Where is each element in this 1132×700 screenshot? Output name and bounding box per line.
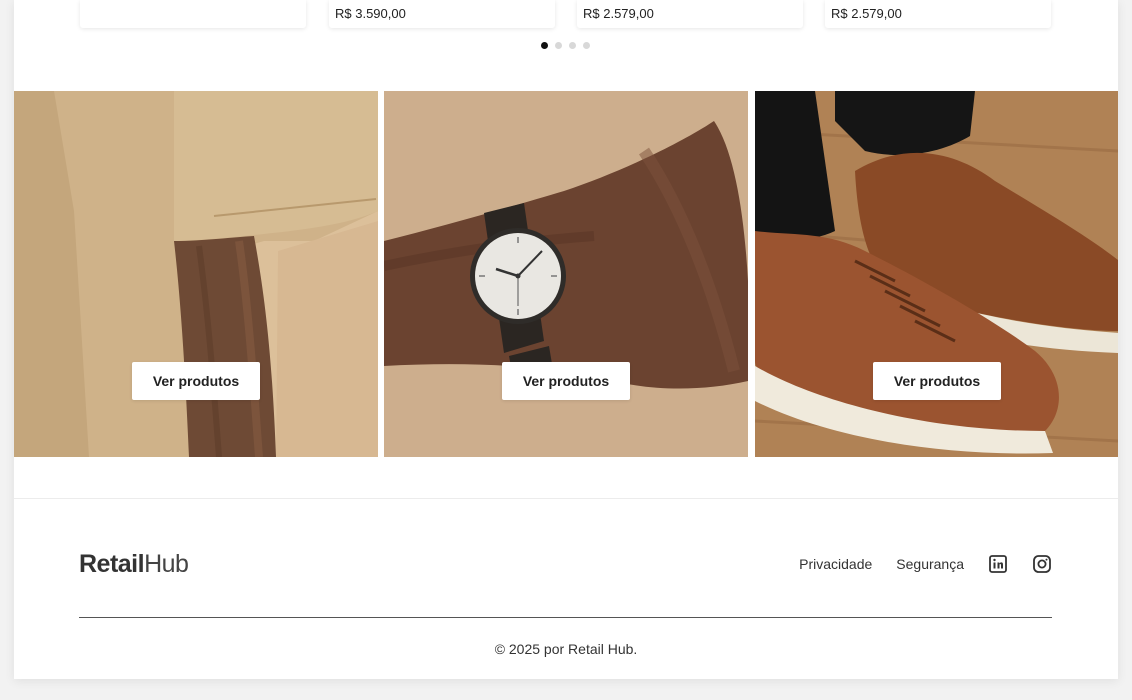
product-price: R$ 2.579,00 xyxy=(831,6,902,21)
category-tile-shoes[interactable]: Ver produtos xyxy=(755,91,1118,457)
security-link[interactable]: Segurança xyxy=(896,556,964,572)
carousel-dot[interactable] xyxy=(569,42,576,49)
footer-links: Privacidade Segurança xyxy=(799,554,1052,574)
page: R$ 3.590,00 R$ 2.579,00 R$ 2.579,00 Ver … xyxy=(14,0,1118,679)
product-price: R$ 2.579,00 xyxy=(583,6,654,21)
view-products-button[interactable]: Ver produtos xyxy=(873,362,1001,400)
product-card[interactable] xyxy=(80,0,306,28)
category-tile-apparel[interactable]: Ver produtos xyxy=(14,91,378,457)
product-carousel: R$ 3.590,00 R$ 2.579,00 R$ 2.579,00 xyxy=(14,0,1118,90)
view-products-button[interactable]: Ver produtos xyxy=(502,362,630,400)
linkedin-icon[interactable] xyxy=(988,554,1008,574)
category-tile-watches[interactable]: Ver produtos xyxy=(384,91,748,457)
privacy-link[interactable]: Privacidade xyxy=(799,556,872,572)
retailhub-logo[interactable]: RetailHub xyxy=(79,550,189,579)
product-card[interactable]: R$ 2.579,00 xyxy=(577,0,803,28)
sneakers-image xyxy=(755,91,1118,457)
product-card[interactable]: R$ 3.590,00 xyxy=(329,0,555,28)
product-card[interactable]: R$ 2.579,00 xyxy=(825,0,1051,28)
product-price: R$ 3.590,00 xyxy=(335,6,406,21)
instagram-icon[interactable] xyxy=(1032,554,1052,574)
carousel-pagination xyxy=(541,42,590,49)
tshirt-arm-image xyxy=(14,91,378,457)
footer-divider-top xyxy=(14,498,1118,499)
view-products-button[interactable]: Ver produtos xyxy=(132,362,260,400)
carousel-dot[interactable] xyxy=(583,42,590,49)
carousel-dot[interactable] xyxy=(541,42,548,49)
watch-wrist-image xyxy=(384,91,748,457)
footer-divider xyxy=(79,617,1052,618)
copyright-text: © 2025 por Retail Hub. xyxy=(494,641,638,657)
carousel-dot[interactable] xyxy=(555,42,562,49)
